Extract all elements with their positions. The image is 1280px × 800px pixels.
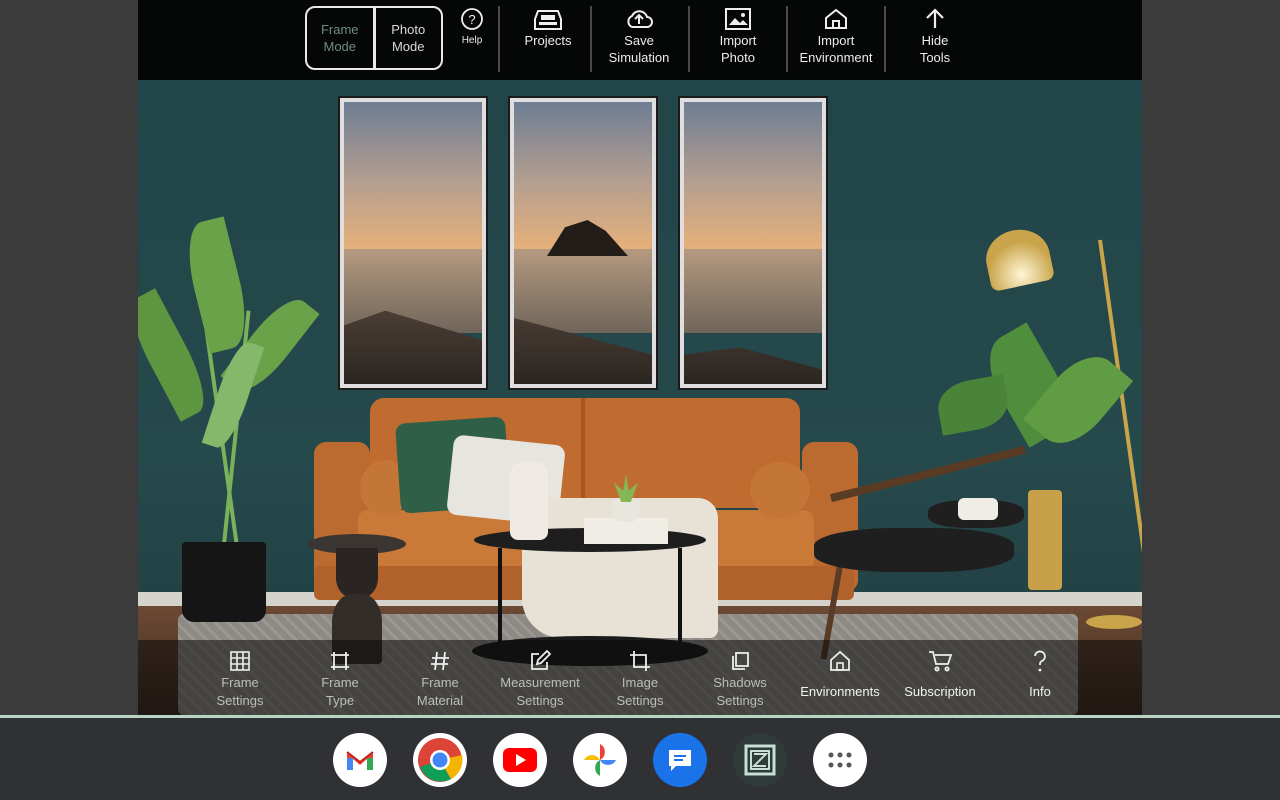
photo-mode-button[interactable]: Photo Mode (376, 8, 442, 68)
edit-icon (529, 648, 551, 674)
hash-icon (429, 648, 451, 674)
hide-tools-label: Hide Tools (919, 33, 951, 65)
vase (510, 462, 548, 540)
frame-settings-label: Frame Settings (216, 675, 264, 708)
arrow-up-icon (923, 6, 947, 32)
youtube-icon[interactable] (493, 733, 547, 787)
table-leg (678, 548, 682, 648)
home-icon (823, 6, 849, 32)
os-shelf (0, 718, 1280, 800)
frame-mode-button[interactable]: Frame Mode (307, 8, 373, 68)
toolbar-separator (688, 6, 690, 72)
shadows-settings-label: Shadows Settings (713, 675, 767, 708)
toolbar-separator (498, 6, 500, 72)
home-icon (829, 648, 851, 674)
save-simulation-button[interactable]: Save Simulation (598, 6, 680, 72)
table-leg (498, 548, 502, 648)
measurement-settings-button[interactable]: Measurement Settings (490, 648, 590, 710)
frame-material-button[interactable]: Frame Material (390, 648, 490, 710)
frame-crop-icon (329, 648, 351, 674)
left-letterbox (0, 0, 138, 715)
subscription-button[interactable]: Subscription (890, 648, 990, 701)
info-label: Info (1029, 684, 1051, 699)
messages-icon[interactable] (653, 733, 707, 787)
save-simulation-label: Save Simulation (608, 33, 670, 65)
planter (1028, 490, 1062, 590)
image-icon (724, 6, 752, 32)
projects-button[interactable]: Projects (508, 6, 588, 72)
chrome-icon[interactable] (413, 733, 467, 787)
plant-pot (182, 542, 266, 622)
floor-lamp-base (1086, 615, 1142, 629)
frame-material-label: Frame Material (416, 675, 464, 708)
environments-button[interactable]: Environments (790, 648, 890, 701)
photos-icon[interactable] (573, 733, 627, 787)
image-settings-button[interactable]: Image Settings (590, 648, 690, 710)
gmail-icon[interactable] (333, 733, 387, 787)
plant-leaf (934, 374, 1012, 436)
launcher-icon[interactable] (813, 733, 867, 787)
image-settings-label: Image Settings (616, 675, 664, 708)
frame-settings-button[interactable]: Frame Settings (190, 648, 290, 710)
sofa-bolster (750, 462, 810, 518)
toolbar-separator (884, 6, 886, 72)
small-planter (612, 500, 640, 522)
wall-frame-center[interactable] (508, 96, 658, 390)
import-photo-label: Import Photo (719, 33, 757, 65)
crop-icon (629, 648, 651, 674)
shadows-settings-button[interactable]: Shadows Settings (690, 648, 790, 710)
help-icon: ? (460, 6, 484, 32)
chair-seat (814, 528, 1014, 572)
import-environment-label: Import Environment (799, 33, 873, 65)
floor-lamp-shade (980, 223, 1056, 293)
frame-type-label: Frame Type (321, 675, 359, 708)
toolbar-separator (590, 6, 592, 72)
subscription-label: Subscription (904, 684, 976, 699)
cart-icon (928, 648, 952, 674)
projects-icon (533, 6, 563, 32)
question-icon (1030, 648, 1050, 674)
frame-app-icon[interactable] (733, 733, 787, 787)
right-letterbox (1142, 0, 1280, 715)
mode-toggle: Frame Mode Photo Mode (305, 6, 443, 70)
floor-lamp-pole (1098, 239, 1142, 617)
frame-type-button[interactable]: Frame Type (290, 648, 390, 710)
help-button[interactable]: ? Help (455, 6, 489, 72)
import-environment-button[interactable]: Import Environment (793, 6, 879, 72)
chair-backrest (830, 445, 1026, 503)
copy-icon (729, 648, 751, 674)
svg-text:?: ? (468, 12, 475, 27)
toolbar-separator (786, 6, 788, 72)
projects-label: Projects (524, 33, 572, 48)
environments-label: Environments (800, 684, 880, 699)
import-photo-button[interactable]: Import Photo (697, 6, 779, 72)
help-label: Help (461, 35, 483, 46)
wall-frame-left[interactable] (338, 96, 488, 390)
wall-frame-right[interactable] (678, 96, 828, 390)
room-preview-canvas[interactable] (138, 80, 1142, 715)
measurement-settings-label: Measurement Settings (500, 675, 580, 708)
cloud-upload-icon (624, 6, 654, 32)
grid-icon (229, 648, 251, 674)
info-button[interactable]: Info (990, 648, 1090, 701)
hide-tools-button[interactable]: Hide Tools (895, 6, 975, 72)
side-table-bowl (958, 498, 998, 520)
